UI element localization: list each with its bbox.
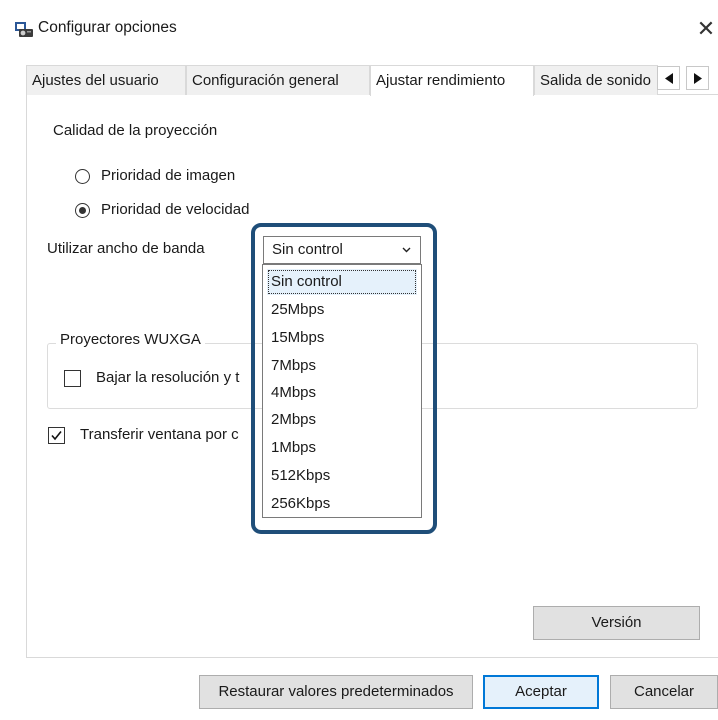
lower-resolution-checkbox[interactable] [64,370,81,387]
dropdown-option-2mbps[interactable]: 2Mbps [267,407,417,433]
tab-label: Ajustar rendimiento [376,72,506,89]
triangle-right-icon [694,73,702,84]
radio-button[interactable] [75,169,90,184]
close-button[interactable]: ✕ [694,14,718,44]
radio-label: Prioridad de velocidad [101,201,250,218]
tab-label: Ajustes del usuario [32,72,159,89]
tab-salida-sonido[interactable]: Salida de sonido [534,65,658,95]
version-button[interactable]: Versión [533,606,700,640]
dropdown-option-1mbps[interactable]: 1Mbps [267,435,417,461]
title-bar: Configurar opciones ✕ [0,0,718,60]
projection-quality-label: Calidad de la proyección [53,122,218,139]
radio-label: Prioridad de imagen [101,167,236,184]
restore-defaults-button[interactable]: Restaurar valores predeterminados [199,675,473,709]
dropdown-option-sin-control[interactable]: Sin control [267,269,417,295]
window-title: Configurar opciones [38,19,177,36]
dropdown-option-7mbps[interactable]: 7Mbps [267,353,417,379]
dropdown-option-25mbps[interactable]: 25Mbps [267,297,417,323]
checkmark-icon [51,431,62,441]
bandwidth-dropdown-list: Sin control 25Mbps 15Mbps 7Mbps 4Mbps 2M… [262,264,422,518]
tab-label: Salida de sonido [540,72,651,89]
radio-button-checked[interactable] [75,203,90,218]
dropdown-option-256kbps[interactable]: 256Kbps [267,491,417,517]
tab-label: Configuración general [192,72,339,89]
close-icon: ✕ [696,16,716,41]
bandwidth-selected-value: Sin control [272,241,343,258]
tab-configuracion-general[interactable]: Configuración general [186,65,370,95]
lower-resolution-label: Bajar la resolución y t [96,369,240,386]
tab-scroll-right-button[interactable] [686,66,709,90]
accept-button[interactable]: Aceptar [483,675,599,709]
bandwidth-label: Utilizar ancho de banda [47,240,205,257]
dropdown-option-15mbps[interactable]: 15Mbps [267,325,417,351]
projector-app-icon [15,22,33,37]
tab-ajustes-usuario[interactable]: Ajustes del usuario [26,65,186,95]
dropdown-option-4mbps[interactable]: 4Mbps [267,380,417,406]
tab-scroll-left-button[interactable] [657,66,680,90]
dropdown-option-512kbps[interactable]: 512Kbps [267,463,417,489]
wuxga-group-title: Proyectores WUXGA [56,331,205,348]
chevron-down-icon [402,247,411,253]
tab-ajustar-rendimiento[interactable]: Ajustar rendimiento [370,65,534,96]
transfer-window-checkbox[interactable] [48,427,65,444]
transfer-window-label: Transferir ventana por c [80,426,239,443]
bandwidth-select[interactable]: Sin control [263,236,421,264]
triangle-left-icon [665,73,673,84]
cancel-button[interactable]: Cancelar [610,675,718,709]
